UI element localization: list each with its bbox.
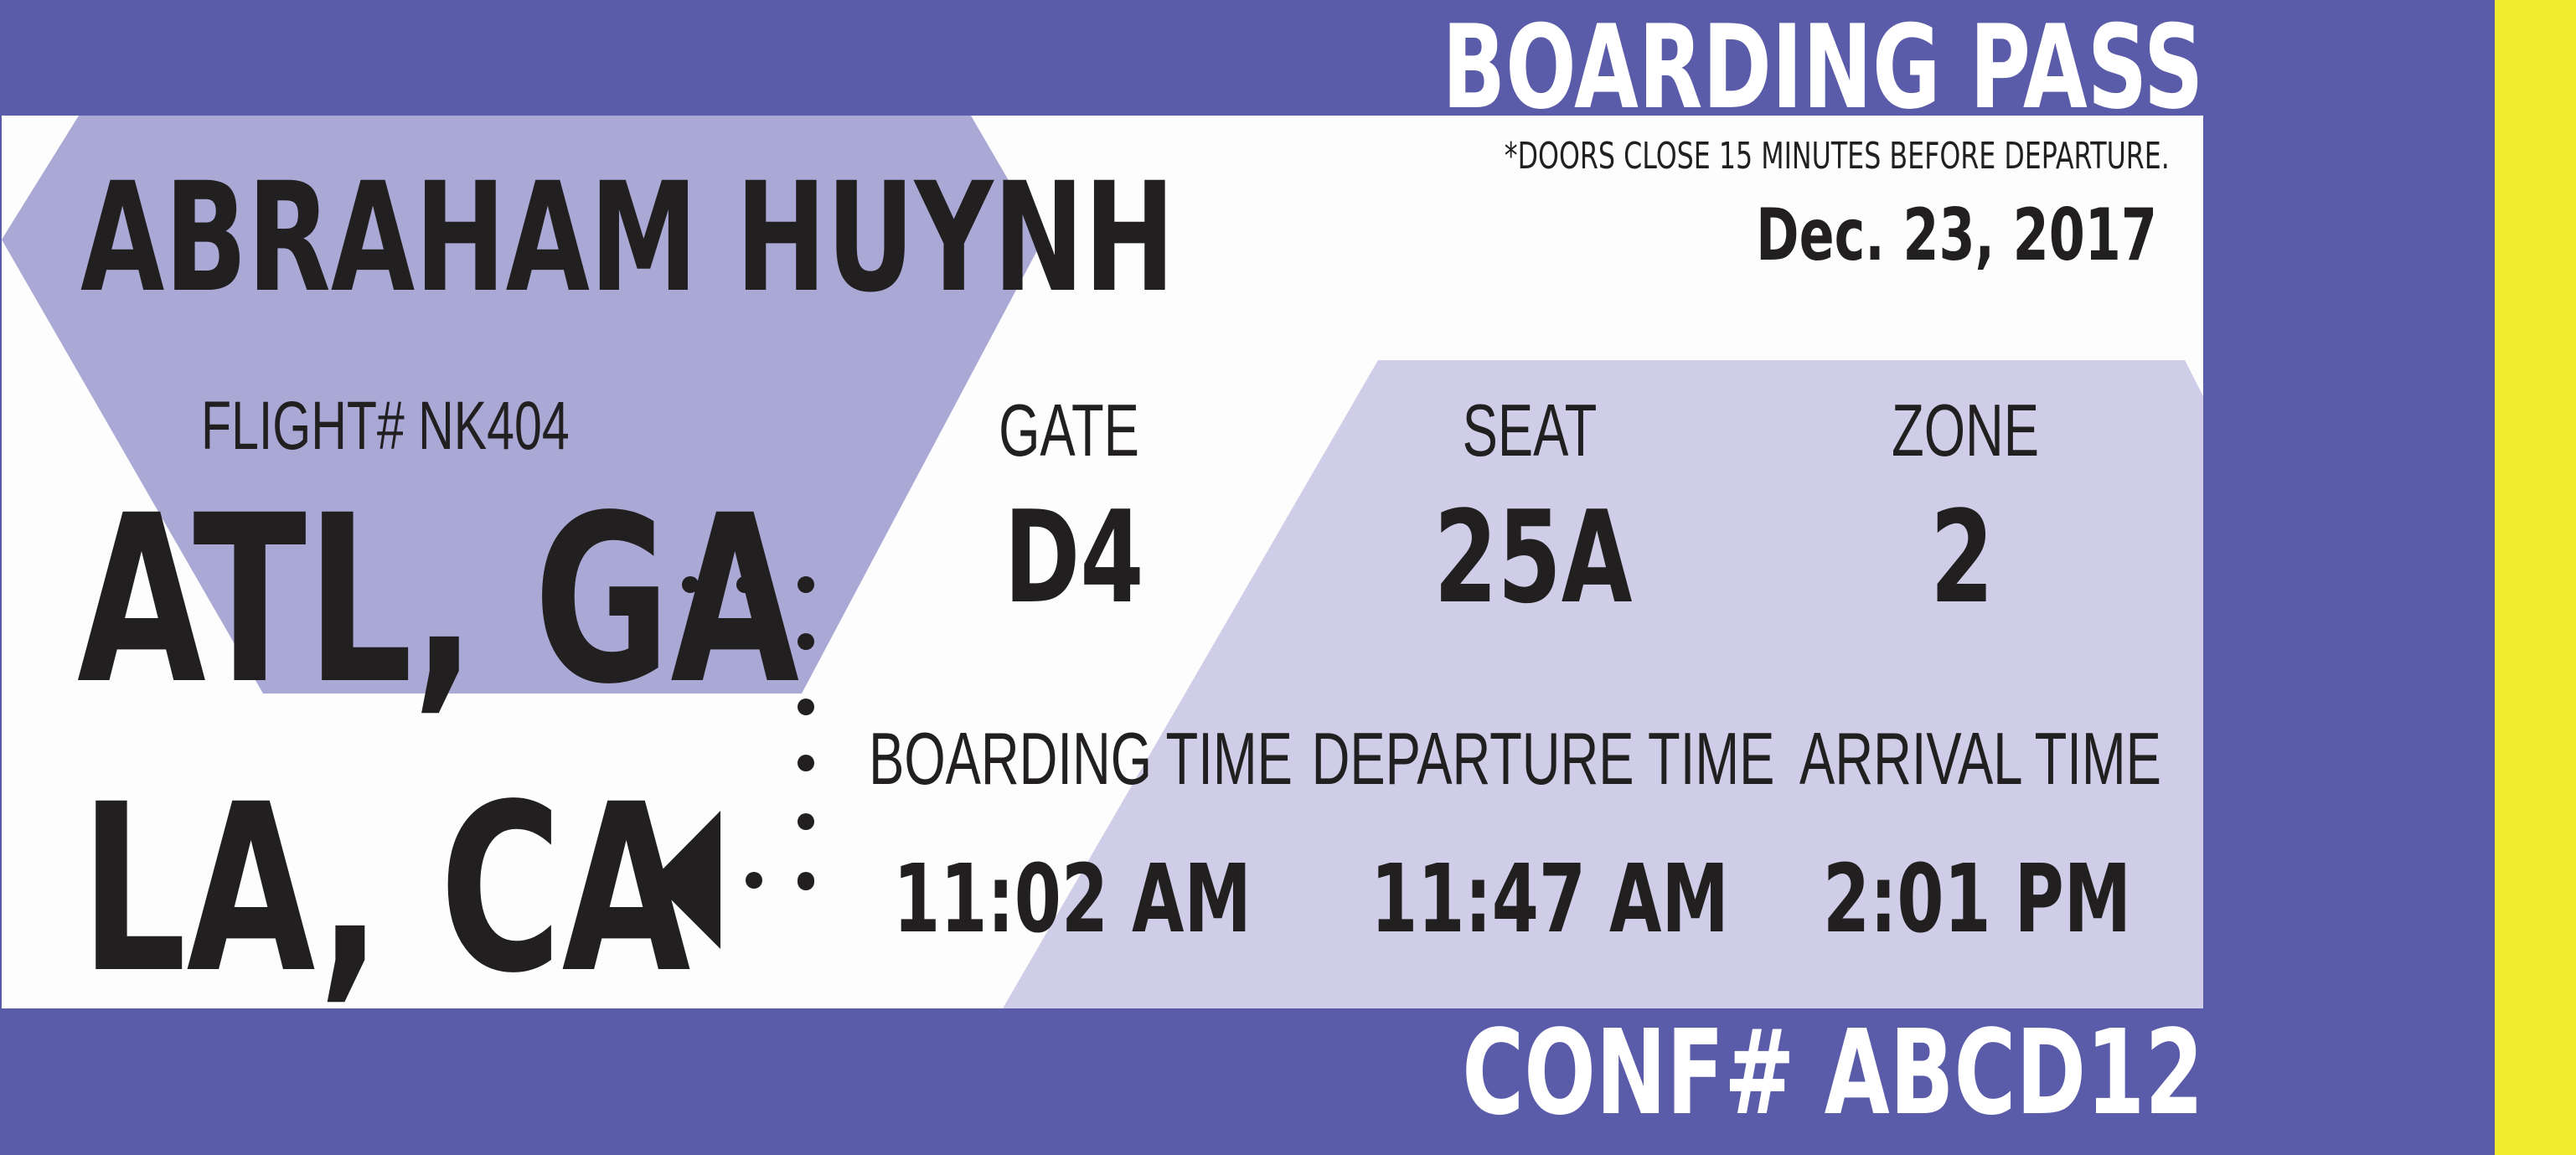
zone-label: ZONE	[1891, 389, 2040, 472]
boarding-time-value: 11:02 AM	[893, 845, 1252, 954]
flight-number: FLIGHT# NK404	[201, 388, 570, 464]
departure-time-value: 11:47 AM	[1371, 845, 1729, 954]
gate-value: D4	[1004, 483, 1144, 632]
departure-time-label: DEPARTURE TIME	[1311, 717, 1775, 800]
origin-city: ATL, GA	[77, 467, 800, 735]
arrival-time-value: 2:01 PM	[1823, 845, 2131, 954]
ticket-stub	[2495, 0, 2576, 1155]
boarding-pass: BOARDING PASS *DOORS CLOSE 15 MINUTES BE…	[0, 0, 2576, 1155]
seat-label: SEAT	[1462, 389, 1598, 472]
arrival-time-label: ARRIVAL TIME	[1799, 717, 2161, 800]
travel-date: Dec. 23, 2017	[1756, 193, 2157, 277]
boarding-time-label: BOARDING TIME	[869, 717, 1293, 800]
destination-city: LA, CA	[80, 755, 691, 1024]
doors-notice: *DOORS CLOSE 15 MINUTES BEFORE DEPARTURE…	[1504, 135, 2170, 178]
page-title: BOARDING PASS	[1442, 0, 2203, 135]
zone-value: 2	[1929, 483, 1995, 632]
confirmation-number: CONF# ABCD12	[1461, 1005, 2203, 1142]
passenger-name: ABRAHAM HUYNH	[80, 151, 1175, 326]
gate-label: GATE	[999, 389, 1139, 472]
seat-value: 25A	[1433, 483, 1633, 632]
